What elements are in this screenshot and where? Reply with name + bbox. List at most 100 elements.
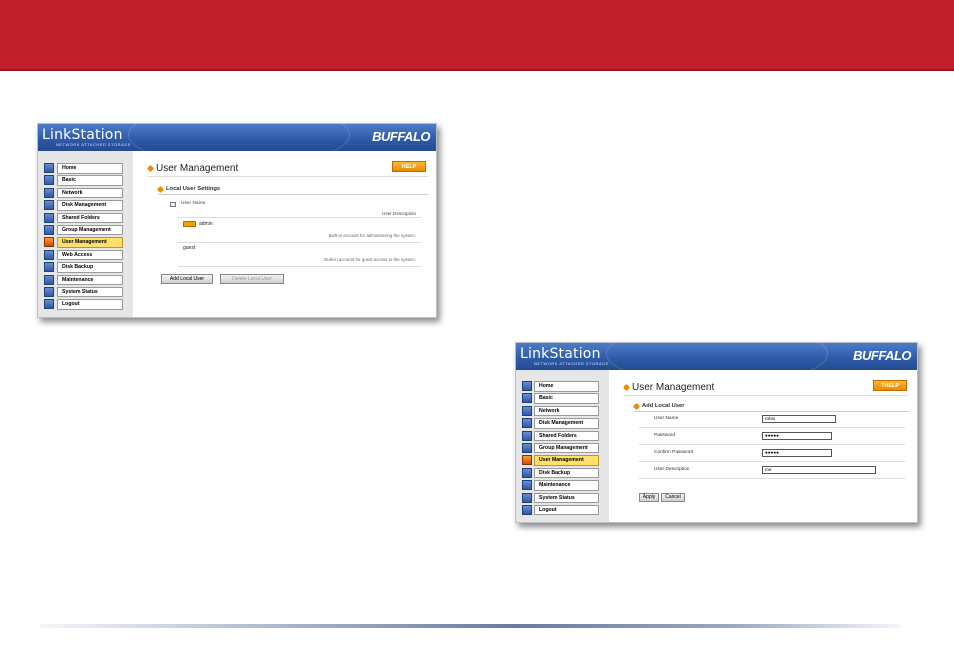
sidebar-item[interactable]: Shared Folders xyxy=(38,212,133,224)
sidebar-item[interactable]: Home xyxy=(38,162,133,174)
cancel-button[interactable]: Cancel xyxy=(661,493,685,502)
sidebar-item-label[interactable]: User Management xyxy=(534,455,599,466)
sidebar-item-label[interactable]: Basic xyxy=(57,175,123,186)
sidebar-item-label[interactable]: Network xyxy=(57,187,123,199)
sidebar-item-label[interactable]: Maintenance xyxy=(534,480,599,491)
nav-icon xyxy=(522,492,532,503)
nav-icon xyxy=(522,430,532,441)
help-button[interactable]: HELP xyxy=(392,161,426,172)
sidebar-item-label[interactable]: Group Management xyxy=(534,442,599,454)
sidebar-item-label[interactable]: Disk Backup xyxy=(57,262,123,273)
sidebar-item-label[interactable]: Shared Folders xyxy=(57,212,123,224)
sidebar-item[interactable]: Disk Backup xyxy=(38,261,133,273)
column-header-user-name: User Name xyxy=(181,201,206,206)
sidebar-item-label[interactable]: Disk Management xyxy=(534,418,599,429)
user-name-admin[interactable]: admin xyxy=(199,221,213,227)
buffalo-logo: BUFFALO xyxy=(372,129,430,144)
sidebar-item[interactable]: Logout xyxy=(516,504,609,516)
confirm-password-label: Confirm Password xyxy=(654,450,694,455)
sidebar-item[interactable]: System Status xyxy=(38,286,133,298)
sidebar-item[interactable]: Basic xyxy=(516,392,609,404)
section-title: Local User Settings xyxy=(156,185,220,193)
disk-icon xyxy=(44,200,54,211)
sidebar-item[interactable]: Disk Backup xyxy=(516,467,609,479)
row-divider xyxy=(178,242,421,243)
nav-icon xyxy=(522,393,532,404)
brand-name: LinkStation xyxy=(520,346,601,362)
form-row-password: Password ●●●●● xyxy=(639,429,905,445)
bullet-icon xyxy=(632,402,641,410)
nav-icon xyxy=(522,442,532,453)
sidebar-item[interactable]: Network xyxy=(516,405,609,417)
sidebar-item[interactable]: Maintenance xyxy=(516,479,609,491)
nav-icon xyxy=(522,480,532,491)
page-title-text: User Management xyxy=(632,382,715,393)
sidebar-item-label[interactable]: Disk Management xyxy=(57,200,123,211)
user-name-guest[interactable]: guest xyxy=(183,245,195,251)
sidebar-item[interactable]: Logout xyxy=(38,298,133,310)
confirm-password-input[interactable]: ●●●●● xyxy=(762,449,832,457)
web-icon xyxy=(44,249,54,260)
sidebar-item-label[interactable]: Maintenance xyxy=(57,274,123,286)
section-title: Add Local User xyxy=(632,402,685,410)
sidebar-item[interactable]: Disk Management xyxy=(516,417,609,429)
password-label: Password xyxy=(654,433,676,438)
sidebar-item[interactable]: Maintenance xyxy=(38,274,133,286)
sidebar-item[interactable]: Web Access xyxy=(38,249,133,261)
sidebar-item-label[interactable]: Home xyxy=(534,381,599,392)
sidebar-item[interactable]: Disk Management xyxy=(38,199,133,211)
sidebar-item[interactable]: User Management xyxy=(516,454,609,466)
basic-icon xyxy=(44,175,54,186)
sidebar-item[interactable]: Network xyxy=(38,187,133,199)
form-row-confirm-password: Confirm Password ●●●●● xyxy=(639,446,905,462)
sidebar-item[interactable]: User Management xyxy=(38,236,133,248)
help-button[interactable]: ?HELP xyxy=(873,380,907,391)
nav-icon xyxy=(522,455,532,466)
sidebar-item-label[interactable]: Disk Backup xyxy=(534,467,599,479)
delete-local-user-button[interactable]: Delete Local User xyxy=(220,274,284,284)
apply-button[interactable]: Apply xyxy=(639,493,659,502)
status-icon xyxy=(44,286,54,297)
sidebar-item-label[interactable]: Shared Folders xyxy=(534,430,599,442)
sidebar-item-label[interactable]: Logout xyxy=(57,299,123,310)
screenshot-local-user-settings: LinkStation NETWORK ATTACHED STORAGE BUF… xyxy=(37,123,437,318)
main-content: User Management ?HELP Add Local User Use… xyxy=(609,370,917,522)
linkstation-banner: LinkStation NETWORK ATTACHED STORAGE BUF… xyxy=(516,343,917,370)
admin-user-icon xyxy=(183,221,196,227)
divider xyxy=(158,194,428,195)
user-desc-admin: Built-in account for administering the s… xyxy=(328,233,416,238)
sidebar-item-label[interactable]: Logout xyxy=(534,504,599,516)
user-name-input[interactable]: robin xyxy=(762,415,836,423)
password-input[interactable]: ●●●●● xyxy=(762,432,832,440)
select-all-checkbox[interactable] xyxy=(170,202,176,207)
user-description-input[interactable]: me xyxy=(762,466,876,474)
sidebar-item-label[interactable]: Network xyxy=(534,405,599,417)
title-bar xyxy=(0,0,954,71)
sidebar-item-label[interactable]: Home xyxy=(57,163,123,174)
sidebar-item[interactable]: Shared Folders xyxy=(516,430,609,442)
maintenance-icon xyxy=(44,274,54,285)
sidebar-item[interactable]: Home xyxy=(516,380,609,392)
divider xyxy=(148,176,428,177)
sidebar-item[interactable]: Basic xyxy=(38,174,133,186)
logout-icon xyxy=(44,299,54,310)
sidebar-item[interactable]: Group Management xyxy=(38,224,133,236)
folder-icon xyxy=(44,212,54,223)
sidebar-item-label[interactable]: Basic xyxy=(534,393,599,404)
sidebar-item-label[interactable]: Group Management xyxy=(57,224,123,236)
sidebar-item-label[interactable]: System Status xyxy=(57,286,123,298)
bullet-icon xyxy=(146,164,155,173)
sidebar-item-label[interactable]: User Management xyxy=(57,237,123,248)
sidebar-item[interactable]: System Status xyxy=(516,492,609,504)
row-divider xyxy=(178,266,421,267)
nav-icon xyxy=(522,467,532,478)
buffalo-logo: BUFFALO xyxy=(853,348,911,363)
sidebar-item-label[interactable]: System Status xyxy=(534,492,599,504)
sidebar-item-label[interactable]: Web Access xyxy=(57,249,123,261)
add-local-user-button[interactable]: Add Local User xyxy=(161,274,213,284)
sidebar-nav: Home Basic Network Disk Management Shared Fo… xyxy=(38,151,133,317)
brand-tagline: NETWORK ATTACHED STORAGE xyxy=(56,142,131,147)
nav-icon xyxy=(522,405,532,416)
backup-icon xyxy=(44,262,54,273)
sidebar-item[interactable]: Group Management xyxy=(516,442,609,454)
